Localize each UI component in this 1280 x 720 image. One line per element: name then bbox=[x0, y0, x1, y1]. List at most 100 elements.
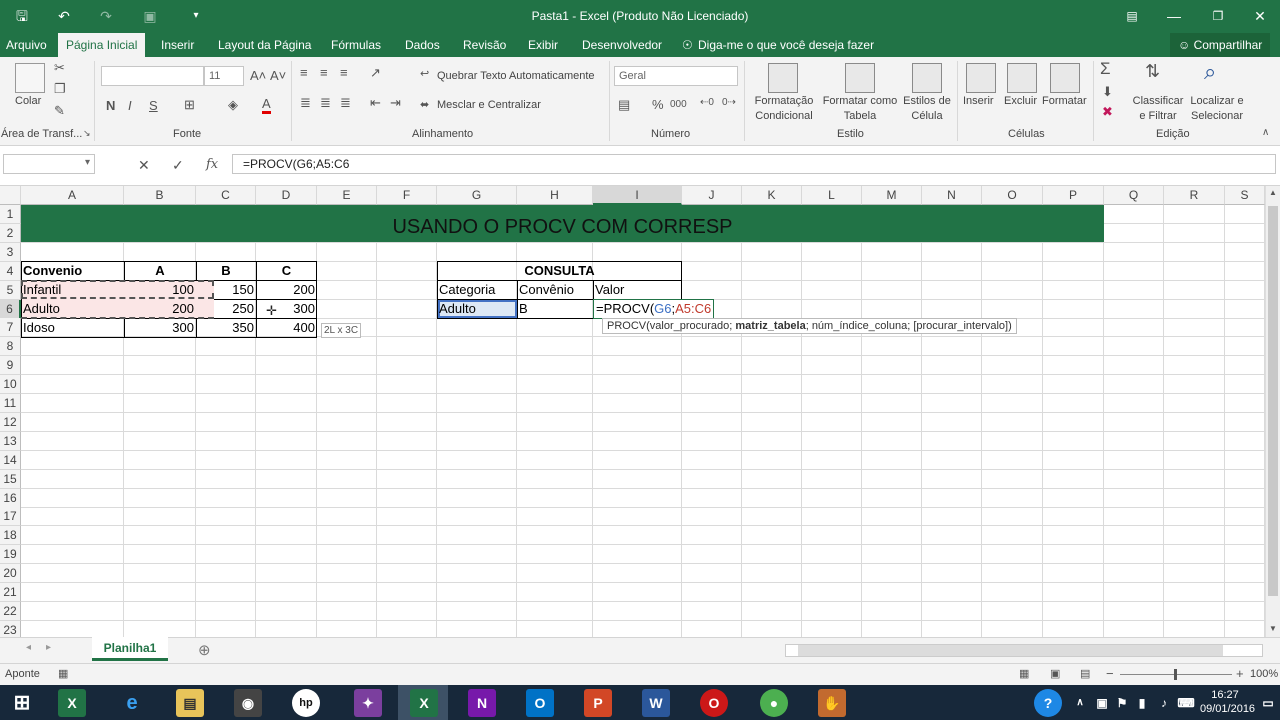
wrap-text-icon[interactable]: ↩ bbox=[420, 67, 429, 80]
sort-filter-icon[interactable]: ⇅ bbox=[1145, 61, 1160, 82]
tab-revisao[interactable]: Revisão bbox=[463, 38, 506, 52]
consulta-header[interactable]: Valor bbox=[593, 280, 626, 299]
table-header-convenio[interactable]: Convenio bbox=[21, 261, 84, 280]
insert-cells-icon[interactable] bbox=[966, 63, 996, 93]
table-cell[interactable]: 200 bbox=[256, 280, 317, 299]
fill-icon[interactable]: ⬇ bbox=[1102, 84, 1113, 100]
sheet-tab-planilha1[interactable]: Planilha1 bbox=[92, 637, 168, 661]
dialog-launcher-icon[interactable]: ↘ bbox=[83, 128, 91, 139]
tab-pagina-inicial[interactable]: Página Inicial bbox=[58, 33, 146, 57]
increase-indent-icon[interactable]: ⇥ bbox=[390, 95, 401, 111]
row-header[interactable]: 6 bbox=[0, 299, 21, 319]
next-sheet-icon[interactable]: ▸ bbox=[46, 642, 51, 653]
clock[interactable]: 16:27 09/01/2016 bbox=[1200, 688, 1255, 716]
column-header[interactable]: I bbox=[593, 186, 682, 205]
column-header[interactable]: R bbox=[1164, 186, 1225, 205]
function-tooltip[interactable]: PROCV(valor_procurado; matriz_tabela; nú… bbox=[602, 318, 1017, 334]
column-header[interactable]: Q bbox=[1104, 186, 1164, 205]
row-header[interactable]: 5 bbox=[0, 280, 21, 300]
format-table-icon[interactable] bbox=[845, 63, 875, 93]
ribbon-display-icon[interactable]: ▤ bbox=[1122, 6, 1142, 26]
collapse-ribbon-icon[interactable]: ∧ bbox=[1262, 127, 1269, 138]
formula-input[interactable]: =PROCV(G6;A5:C6 bbox=[232, 154, 1276, 174]
hp-icon[interactable]: hp bbox=[292, 689, 320, 717]
page-layout-view-icon[interactable]: ▣ bbox=[1050, 667, 1060, 680]
word-icon[interactable]: W bbox=[642, 689, 670, 717]
add-sheet-icon[interactable]: ⊕ bbox=[198, 641, 211, 659]
column-header[interactable]: K bbox=[742, 186, 802, 205]
macro-record-icon[interactable]: ▦ bbox=[58, 667, 68, 680]
row-header[interactable]: 4 bbox=[0, 261, 21, 281]
column-header[interactable]: C bbox=[196, 186, 256, 205]
edge-icon[interactable]: e bbox=[118, 689, 146, 717]
format-table-button[interactable]: Formatar como Tabela bbox=[820, 94, 900, 124]
column-header[interactable]: D bbox=[256, 186, 317, 205]
excel-taskbar-icon[interactable]: X bbox=[58, 689, 86, 717]
bold-button[interactable]: N bbox=[106, 98, 115, 113]
merge-icon[interactable]: ⬌ bbox=[420, 98, 429, 111]
font-color-icon[interactable]: A bbox=[262, 97, 271, 114]
horizontal-scroll-thumb[interactable] bbox=[798, 645, 1223, 656]
column-header[interactable]: A bbox=[21, 186, 124, 205]
conditional-format-icon[interactable] bbox=[768, 63, 798, 93]
media-app-icon[interactable]: ✦ bbox=[354, 689, 382, 717]
page-break-view-icon[interactable]: ▤ bbox=[1080, 667, 1090, 680]
categoria-value[interactable]: Adulto bbox=[437, 299, 478, 318]
column-header[interactable]: F bbox=[377, 186, 437, 205]
tab-exibir[interactable]: Exibir bbox=[528, 38, 558, 52]
align-middle-icon[interactable]: ≡ bbox=[320, 65, 328, 80]
format-cells-button[interactable]: Formatar bbox=[1042, 94, 1087, 109]
zoom-slider-thumb[interactable] bbox=[1174, 669, 1177, 680]
row-header[interactable]: 10 bbox=[0, 375, 21, 395]
paste-icon[interactable] bbox=[15, 63, 45, 93]
row-header[interactable]: 13 bbox=[0, 431, 21, 451]
file-explorer-icon[interactable]: ▤ bbox=[176, 689, 204, 717]
insert-function-icon[interactable]: fx bbox=[206, 157, 218, 172]
row-header[interactable]: 7 bbox=[0, 318, 21, 338]
row-header[interactable]: 23 bbox=[0, 620, 21, 637]
column-header[interactable]: N bbox=[922, 186, 982, 205]
table-cell[interactable]: 300 bbox=[124, 318, 196, 337]
windows-start-icon[interactable]: ⊞ bbox=[8, 689, 36, 717]
row-header[interactable]: 9 bbox=[0, 356, 21, 376]
scroll-up-icon[interactable]: ▲ bbox=[1269, 188, 1277, 197]
consulta-title[interactable]: CONSULTA bbox=[437, 261, 682, 280]
row-header[interactable]: 11 bbox=[0, 394, 21, 413]
tab-desenvolvedor[interactable]: Desenvolvedor bbox=[582, 38, 662, 52]
excel-active-icon[interactable]: X bbox=[410, 689, 438, 717]
delete-cells-button[interactable]: Excluir bbox=[1004, 94, 1037, 109]
column-header[interactable]: H bbox=[517, 186, 593, 205]
row-header[interactable]: 21 bbox=[0, 583, 21, 602]
column-header[interactable]: J bbox=[682, 186, 742, 205]
table-cell[interactable]: Infantil bbox=[21, 280, 63, 299]
column-header[interactable]: S bbox=[1225, 186, 1265, 205]
insert-cells-button[interactable]: Inserir bbox=[963, 94, 994, 109]
glove-app-icon[interactable]: ✋ bbox=[818, 689, 846, 717]
enter-formula-icon[interactable]: ✓ bbox=[172, 157, 184, 174]
close-icon[interactable]: ✕ bbox=[1250, 6, 1270, 26]
opera-icon[interactable]: O bbox=[700, 689, 728, 717]
column-header[interactable]: M bbox=[862, 186, 922, 205]
format-painter-icon[interactable]: ✎ bbox=[54, 103, 65, 119]
scroll-down-icon[interactable]: ▼ bbox=[1269, 624, 1277, 633]
number-format-select[interactable]: Geral bbox=[614, 66, 738, 86]
row-header[interactable]: 17 bbox=[0, 507, 21, 527]
table-cell[interactable]: Adulto bbox=[21, 299, 62, 318]
table-cell[interactable]: 350 bbox=[196, 318, 256, 337]
cell-styles-icon[interactable] bbox=[912, 63, 942, 93]
tell-me-box[interactable]: Diga-me o que você deseja fazer bbox=[698, 38, 874, 52]
decrease-indent-icon[interactable]: ⇤ bbox=[370, 95, 381, 111]
row-header[interactable]: 18 bbox=[0, 526, 21, 546]
currency-icon[interactable]: ▤ bbox=[618, 97, 630, 113]
grow-font-icon[interactable]: A˄ bbox=[250, 68, 266, 83]
align-bottom-icon[interactable]: ≡ bbox=[340, 65, 348, 80]
find-select-button[interactable]: Localizar e Selecionar bbox=[1186, 94, 1248, 124]
column-header[interactable]: O bbox=[982, 186, 1043, 205]
restore-icon[interactable]: ❐ bbox=[1208, 6, 1228, 26]
consulta-header[interactable]: Categoria bbox=[437, 280, 497, 299]
webcam-app-icon[interactable]: ◉ bbox=[234, 689, 262, 717]
cut-icon[interactable]: ✂ bbox=[54, 60, 65, 76]
column-header[interactable]: P bbox=[1043, 186, 1104, 205]
row-header[interactable]: 14 bbox=[0, 450, 21, 470]
align-left-icon[interactable]: ≣ bbox=[300, 95, 311, 111]
